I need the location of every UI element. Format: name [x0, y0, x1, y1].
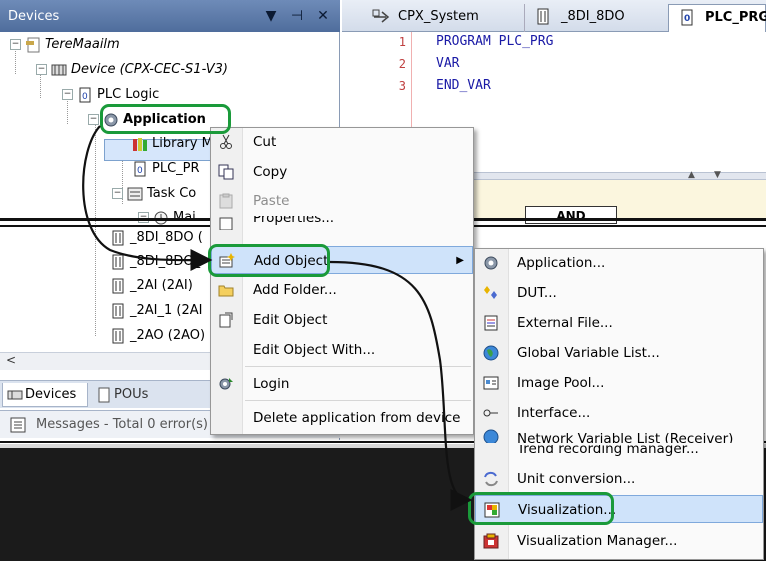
arrow-to-visualization [329, 260, 473, 511]
arrow-to-add-object [82, 125, 213, 272]
flow-arrows [82, 125, 473, 511]
